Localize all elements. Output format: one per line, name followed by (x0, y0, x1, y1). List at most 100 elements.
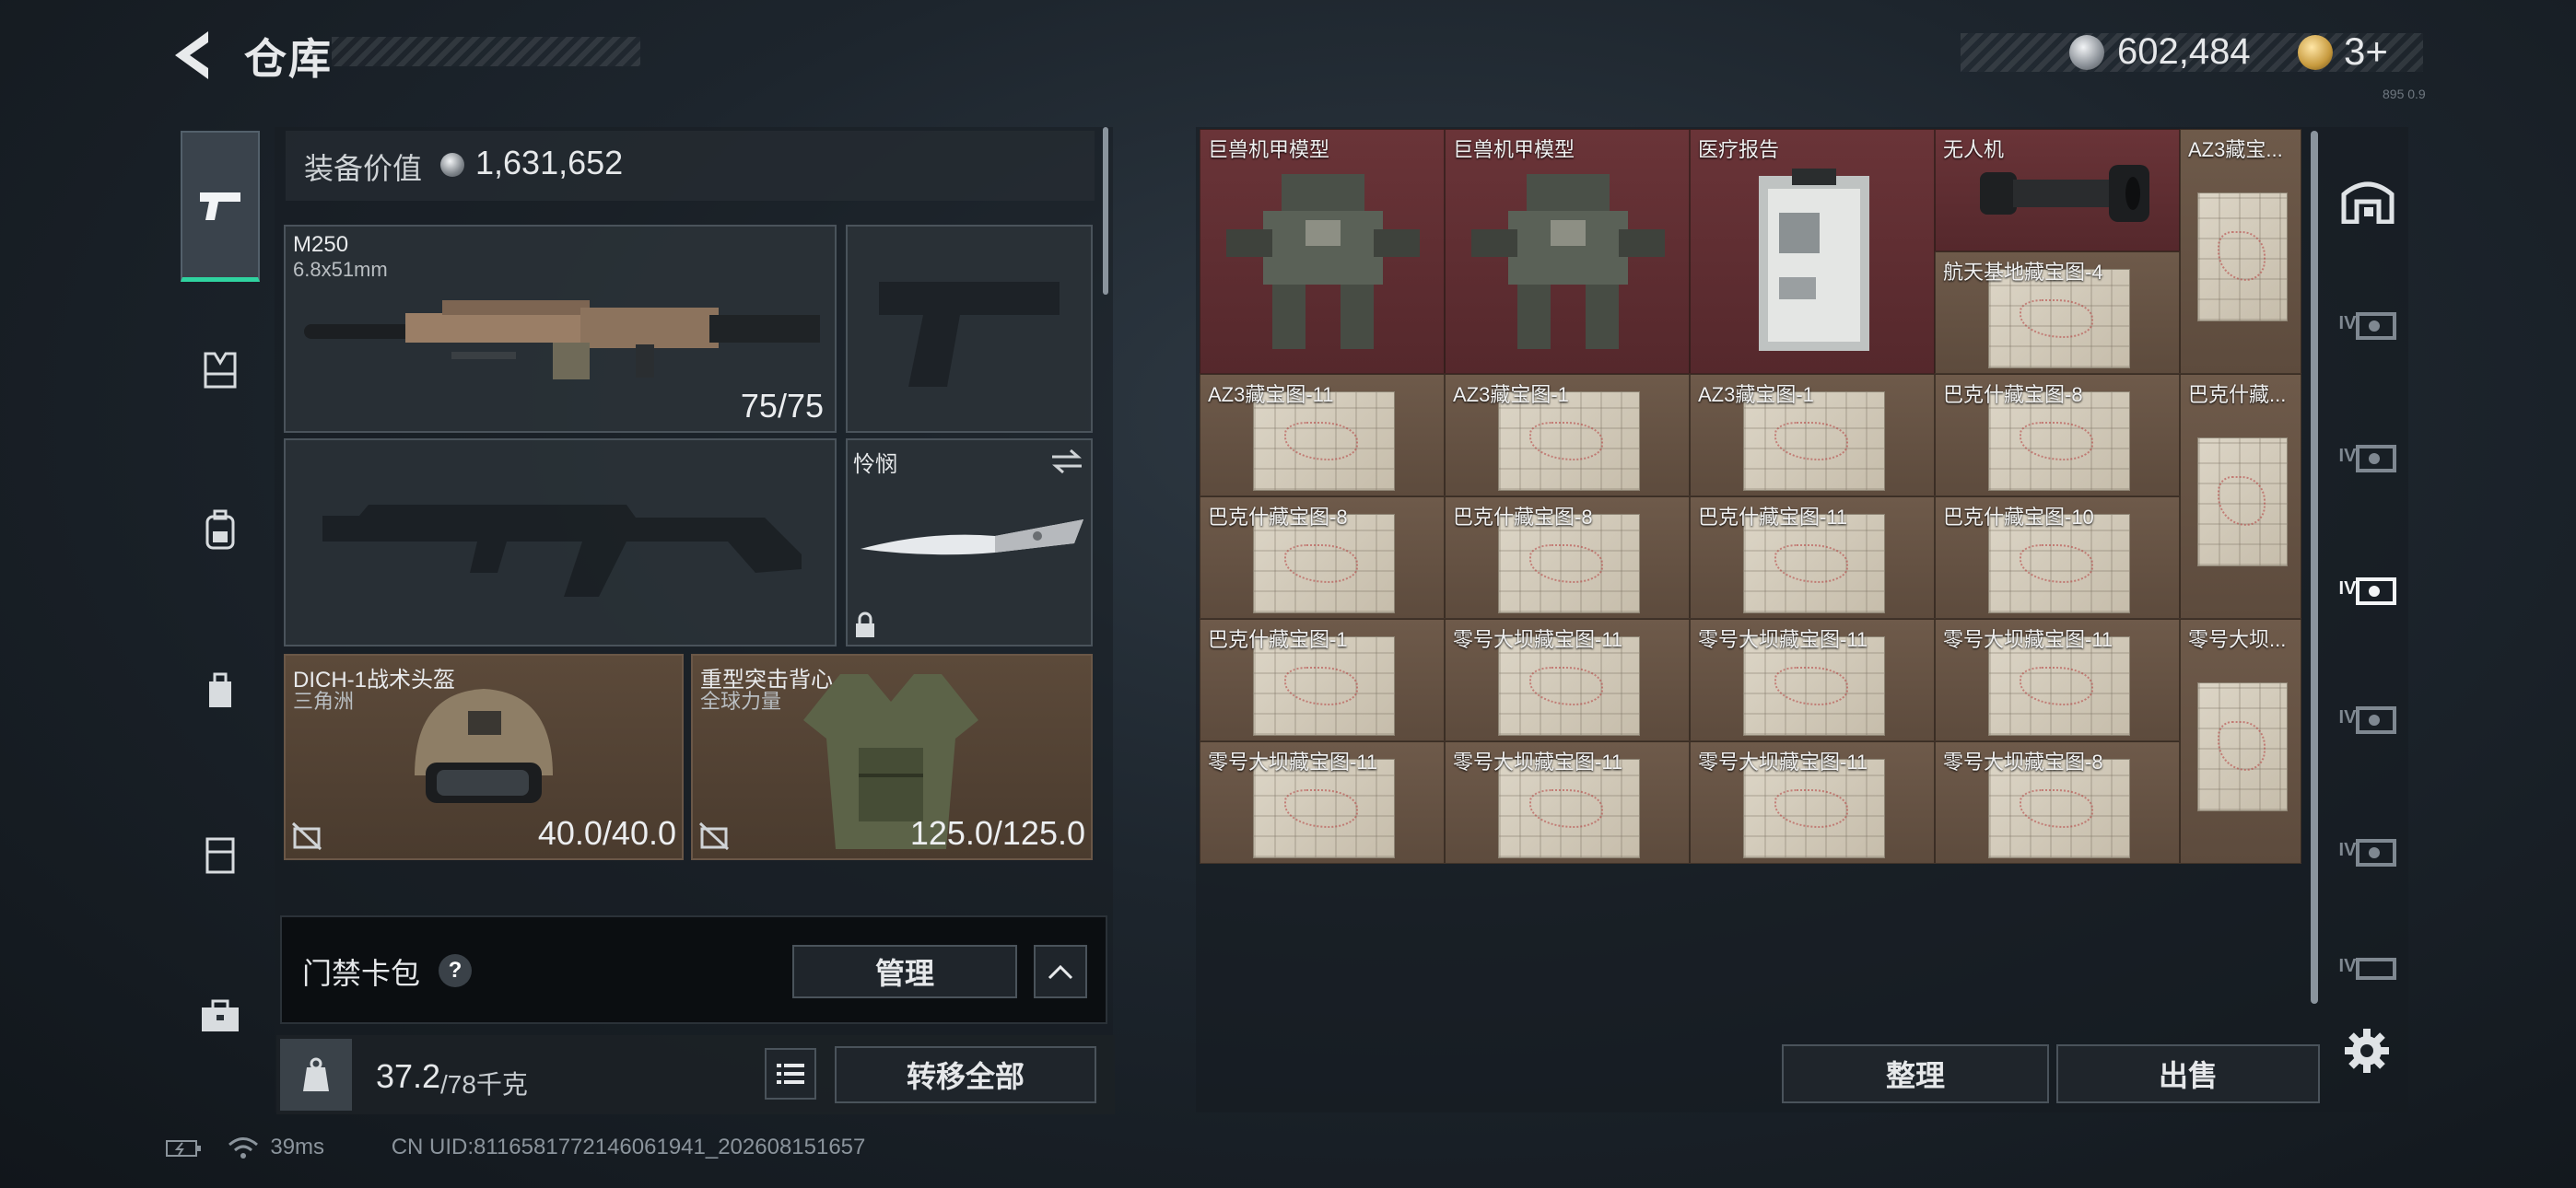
stash-item-label: 巴克什藏宝图-1 (1208, 628, 1348, 651)
tab-chest-rig[interactable] (181, 324, 260, 416)
pistol-slot[interactable] (846, 225, 1093, 433)
stash-item-15[interactable]: 巴克什藏宝图-1 (1200, 619, 1445, 741)
stash-item-23[interactable]: 零号大坝藏宝图-8 (1935, 741, 2180, 864)
chevron-up-icon (1048, 964, 1073, 980)
wifi-icon (228, 1136, 258, 1159)
weapon-name: M250 (293, 232, 349, 257)
armor-slot[interactable]: 重型突击背心 全球力量 125.0/125.0 (691, 654, 1093, 860)
stash-item-16[interactable]: 零号大坝藏宝图-11 (1445, 619, 1690, 741)
stash-item-2[interactable]: 医疗报告 (1690, 129, 1935, 374)
ticket-icon[interactable] (2298, 35, 2333, 70)
tab-pouch[interactable] (181, 645, 260, 737)
tab-storage-box[interactable] (181, 809, 260, 901)
swap-icon[interactable] (1050, 448, 1083, 475)
stash-item-label: 巴克什藏... (2188, 383, 2287, 406)
tab-all-stash[interactable] (2331, 166, 2405, 230)
drone-icon (1980, 165, 2149, 222)
stash-item-label: 巴克什藏宝图-8 (1943, 383, 2083, 406)
stash-item-22[interactable]: 零号大坝藏宝图-11 (1690, 741, 1935, 864)
transfer-all-button[interactable]: 转移全部 (835, 1046, 1096, 1103)
gear-icon (2345, 1029, 2389, 1073)
manage-button[interactable]: 管理 (792, 945, 1017, 998)
currency-balance: 602,484 (2117, 31, 2251, 72)
stash-item-18[interactable]: 零号大坝藏宝图-11 (1935, 619, 2180, 741)
stash-item-7[interactable]: AZ3藏宝图-1 (1445, 374, 1690, 496)
helmet-slot[interactable]: DICH-1战术头盔 三角洲 40.0/40.0 (284, 654, 684, 860)
stash-item-5[interactable]: 航天基地藏宝图-4 (1935, 251, 2180, 374)
back-arrow-icon (175, 31, 208, 79)
stash-item-21[interactable]: 零号大坝藏宝图-11 (1445, 741, 1690, 864)
stash-item-6[interactable]: AZ3藏宝图-11 (1200, 374, 1445, 496)
equipment-value-label: 装备价值 (304, 152, 423, 185)
stash-item-8[interactable]: AZ3藏宝图-1 (1690, 374, 1935, 496)
stash-item-label: 零号大坝藏宝图-11 (1208, 751, 1378, 774)
no-repair-icon (291, 821, 322, 851)
stash-level-label: IV (2338, 445, 2357, 466)
stash-item-10[interactable]: 巴克什藏... (2180, 374, 2301, 619)
settings-button[interactable] (2338, 1022, 2395, 1079)
stash-item-4[interactable]: AZ3藏宝... (2180, 129, 2301, 374)
stash-item-13[interactable]: 巴克什藏宝图-11 (1690, 496, 1935, 619)
collapse-button[interactable] (1034, 945, 1087, 998)
stash-item-20[interactable]: 零号大坝藏宝图-11 (1200, 741, 1445, 864)
stash-item-label: 零号大坝藏宝图-8 (1943, 751, 2103, 774)
mech-model-icon (1226, 174, 1420, 349)
stash-item-3[interactable]: 无人机 (1935, 129, 2180, 251)
backpack-icon (205, 509, 235, 550)
stash-item-12[interactable]: 巴克什藏宝图-8 (1445, 496, 1690, 619)
tab-briefcase[interactable] (181, 971, 260, 1063)
briefcase-icon (202, 999, 239, 1031)
stash-scrollbar[interactable] (2311, 131, 2318, 1004)
stash-level-label: IV (2338, 577, 2357, 599)
stash-item-14[interactable]: 巴克什藏宝图-10 (1935, 496, 2180, 619)
back-button[interactable] (166, 28, 216, 83)
tab-stash-6[interactable]: IV (2331, 943, 2405, 989)
stash-item-19[interactable]: 零号大坝... (2180, 619, 2301, 864)
stash-item-label: 零号大坝藏宝图-11 (1943, 628, 2113, 651)
stash-item-label: 零号大坝藏宝图-11 (1453, 628, 1623, 651)
list-view-button[interactable] (765, 1048, 816, 1100)
stash-item-label: AZ3藏宝... (2188, 138, 2283, 161)
ticket-count[interactable]: 3+ (2344, 29, 2388, 74)
stash-item-label: 巴克什藏宝图-8 (1208, 506, 1348, 529)
tab-stash-4[interactable]: IV (2331, 685, 2405, 750)
stash-item-label: 巴克什藏宝图-11 (1698, 506, 1848, 529)
primary-weapon-slot[interactable]: M250 6.8x51mm 75/75 (284, 225, 837, 433)
tab-weapons[interactable] (181, 131, 260, 282)
tab-stash-2[interactable]: IV (2331, 424, 2405, 488)
tab-stash-5[interactable]: IV (2331, 818, 2405, 882)
equipment-scrollbar[interactable] (1103, 127, 1108, 295)
title-decoration (332, 37, 640, 66)
stash-item-9[interactable]: 巴克什藏宝图-8 (1935, 374, 2180, 496)
weapon-caliber: 6.8x51mm (293, 258, 388, 281)
tab-stash-3[interactable]: IV (2331, 556, 2405, 621)
sort-button[interactable]: 整理 (1782, 1044, 2049, 1103)
stash-item-label: AZ3藏宝图-11 (1208, 383, 1334, 406)
stash-item-0[interactable]: 巨兽机甲模型 (1200, 129, 1445, 374)
stash-item-17[interactable]: 零号大坝藏宝图-11 (1690, 619, 1935, 741)
stash-item-1[interactable]: 巨兽机甲模型 (1445, 129, 1690, 374)
stash-case-icon (2356, 577, 2397, 605)
tab-stash-1[interactable]: IV (2331, 291, 2405, 355)
stash-item-label: 航天基地藏宝图-4 (1943, 261, 2103, 284)
weight-max: /78千克 (440, 1070, 528, 1099)
tab-backpack[interactable] (181, 484, 260, 577)
sell-button[interactable]: 出售 (2056, 1044, 2320, 1103)
stash-item-11[interactable]: 巴克什藏宝图-8 (1200, 496, 1445, 619)
stash-item-label: 零号大坝... (2188, 628, 2287, 651)
stash-item-label: AZ3藏宝图-1 (1453, 383, 1569, 406)
melee-slot[interactable]: 怜悯 (846, 438, 1093, 646)
stash-level-label: IV (2338, 706, 2357, 728)
storage-box-icon (205, 837, 235, 874)
status-bar: 39ms CN UID:8116581772146061941_20260815… (166, 1135, 865, 1160)
knife-icon (861, 519, 1083, 555)
medical-report-icon (1759, 169, 1869, 351)
help-icon[interactable]: ? (439, 954, 472, 987)
stash-item-label: 零号大坝藏宝图-11 (1698, 628, 1868, 651)
secondary-weapon-slot[interactable] (284, 438, 837, 646)
helmet-durability: 40.0/40.0 (537, 814, 676, 852)
treasure-map-icon (2197, 437, 2288, 566)
armor-origin: 全球力量 (700, 690, 782, 713)
equipment-value: 1,631,652 (475, 144, 624, 181)
chest-rig-icon (204, 352, 237, 389)
